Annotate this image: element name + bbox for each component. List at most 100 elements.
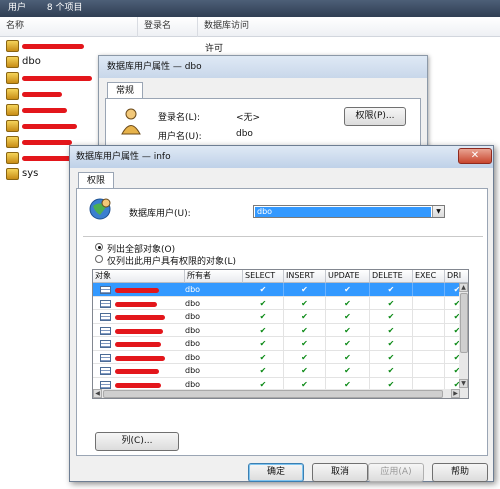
permission-cell[interactable] xyxy=(413,350,445,364)
users-title: 用户 xyxy=(8,3,27,13)
permission-cell[interactable]: ✔ xyxy=(284,350,326,364)
scroll-up-icon[interactable]: ▲ xyxy=(459,283,468,292)
permission-cell[interactable]: ✔ xyxy=(370,350,413,364)
list-item[interactable] xyxy=(0,118,100,134)
user-name-value: dbo xyxy=(236,129,253,139)
permission-cell[interactable]: ✔ xyxy=(284,337,326,350)
scroll-right-icon[interactable]: ▶ xyxy=(451,389,460,398)
permission-cell[interactable]: ✔ xyxy=(284,364,326,377)
scroll-thumb[interactable] xyxy=(460,293,468,353)
table-row[interactable]: dbo ✔ ✔ ✔ ✔ ✔ xyxy=(93,323,468,337)
table-row[interactable]: dbo ✔ ✔ ✔ ✔ ✔ xyxy=(93,337,468,351)
cancel-button[interactable]: 取消 xyxy=(312,463,368,482)
horizontal-scrollbar[interactable]: ◀ ▶ xyxy=(93,389,468,398)
permission-cell[interactable] xyxy=(413,337,445,350)
permission-cell[interactable]: ✔ xyxy=(326,337,370,350)
db-user-selected: dbo xyxy=(255,207,431,217)
permission-cell[interactable]: ✔ xyxy=(243,310,284,323)
permission-cell[interactable]: ✔ xyxy=(243,283,284,296)
permission-cell[interactable]: ✔ xyxy=(370,310,413,323)
list-item[interactable] xyxy=(0,38,100,54)
list-item[interactable] xyxy=(0,70,100,86)
permission-cell[interactable]: ✔ xyxy=(243,296,284,310)
divider xyxy=(83,236,483,237)
permission-cell[interactable] xyxy=(413,296,445,310)
permission-cell[interactable]: ✔ xyxy=(326,364,370,377)
ok-button[interactable]: 确定 xyxy=(248,463,304,482)
scroll-left-icon[interactable]: ◀ xyxy=(93,389,102,398)
list-item[interactable]: dbo xyxy=(0,54,100,70)
permissions-panel: 数据库用户(U): dbo ▼ 列出全部对象(O) 仅列出此用户具有权限的对象(… xyxy=(76,188,488,456)
db-user-select[interactable]: dbo ▼ xyxy=(253,205,445,218)
col-login[interactable]: 登录名 xyxy=(138,17,198,37)
checkmark-icon: ✔ xyxy=(387,325,395,335)
redaction-mark xyxy=(22,92,62,97)
owner-cell: dbo xyxy=(185,352,201,362)
apply-button[interactable]: 应用(A) xyxy=(368,463,424,482)
permission-cell[interactable]: ✔ xyxy=(370,323,413,337)
dialog-title: 数据库用户属性 — dbo xyxy=(99,56,427,78)
permission-cell[interactable]: ✔ xyxy=(326,323,370,337)
list-item[interactable] xyxy=(0,102,100,118)
permission-cell[interactable] xyxy=(413,310,445,323)
help-button[interactable]: 帮助 xyxy=(432,463,488,482)
checkmark-icon: ✔ xyxy=(387,285,395,294)
radio-list-permitted[interactable] xyxy=(95,255,103,263)
grid-header-select[interactable]: SELECT xyxy=(243,270,284,283)
permission-cell[interactable] xyxy=(413,364,445,377)
grid-header-owner[interactable]: 所有者 xyxy=(185,270,243,283)
tab-permissions[interactable]: 权限 xyxy=(78,172,115,189)
permission-cell[interactable]: ✔ xyxy=(243,323,284,337)
scroll-down-icon[interactable]: ▼ xyxy=(459,379,468,388)
grid-header-exec[interactable]: EXEC xyxy=(413,270,445,283)
permission-cell[interactable]: ✔ xyxy=(326,283,370,296)
permission-cell[interactable]: ✔ xyxy=(370,364,413,377)
permission-cell[interactable]: ✔ xyxy=(284,283,326,296)
permission-cell[interactable]: ✔ xyxy=(243,364,284,377)
grid-header-insert[interactable]: INSERT xyxy=(284,270,326,283)
permission-cell[interactable] xyxy=(413,283,445,296)
permission-cell[interactable]: ✔ xyxy=(243,337,284,350)
database-user-icon xyxy=(89,198,111,220)
columns-button[interactable]: 列(C)... xyxy=(95,432,179,451)
permission-cell[interactable]: ✔ xyxy=(284,296,326,310)
close-button[interactable]: ✕ xyxy=(458,148,492,164)
table-row[interactable]: dbo ✔ ✔ ✔ ✔ ✔ xyxy=(93,296,468,310)
col-name[interactable]: 名称 xyxy=(0,17,138,37)
table-row[interactable]: dbo ✔ ✔ ✔ ✔ ✔ xyxy=(93,283,468,297)
checkmark-icon: ✔ xyxy=(344,285,351,294)
checkmark-icon: ✔ xyxy=(301,339,308,348)
redaction-mark xyxy=(22,44,84,49)
permission-cell[interactable]: ✔ xyxy=(370,337,413,350)
grid-header-delete[interactable]: DELETE xyxy=(370,270,413,283)
grid-header-update[interactable]: UPDATE xyxy=(326,270,370,283)
permission-cell[interactable]: ✔ xyxy=(370,296,413,310)
db-user-label: 数据库用户(U): xyxy=(129,209,191,219)
user-icon xyxy=(6,168,19,180)
table-row[interactable]: dbo ✔ ✔ ✔ ✔ ✔ xyxy=(93,310,468,324)
tab-general[interactable]: 常规 xyxy=(107,82,144,99)
table-row[interactable]: dbo ✔ ✔ ✔ ✔ ✔ xyxy=(93,350,468,364)
permission-cell[interactable]: ✔ xyxy=(326,350,370,364)
permission-cell[interactable]: ✔ xyxy=(326,310,370,323)
permission-cell[interactable]: ✔ xyxy=(284,323,326,337)
table-row[interactable]: dbo ✔ ✔ ✔ ✔ ✔ xyxy=(93,364,468,378)
chevron-down-icon[interactable]: ▼ xyxy=(432,206,444,217)
redaction-mark xyxy=(115,355,165,361)
permission-cell[interactable] xyxy=(413,323,445,337)
grid-header-dri[interactable]: DRI xyxy=(445,270,468,283)
permission-cell[interactable]: ✔ xyxy=(243,350,284,364)
permission-cell[interactable]: ✔ xyxy=(326,296,370,310)
col-access[interactable]: 数据库访问 xyxy=(198,17,500,37)
vertical-scrollbar[interactable]: ▲ ▼ xyxy=(459,283,468,389)
scroll-thumb[interactable] xyxy=(103,390,443,398)
dialog-title: 数据库用户属性 — info xyxy=(70,146,493,168)
permissions-button[interactable]: 权限(P)... xyxy=(344,107,406,126)
permissions-grid[interactable]: 对象 所有者 SELECT INSERT UPDATE DELETE EXEC … xyxy=(92,269,469,399)
radio-list-all[interactable] xyxy=(95,243,103,251)
permission-cell[interactable]: ✔ xyxy=(370,283,413,296)
checkmark-icon: ✔ xyxy=(344,366,351,375)
list-item[interactable] xyxy=(0,86,100,102)
grid-header-object[interactable]: 对象 xyxy=(93,270,185,283)
permission-cell[interactable]: ✔ xyxy=(284,310,326,323)
